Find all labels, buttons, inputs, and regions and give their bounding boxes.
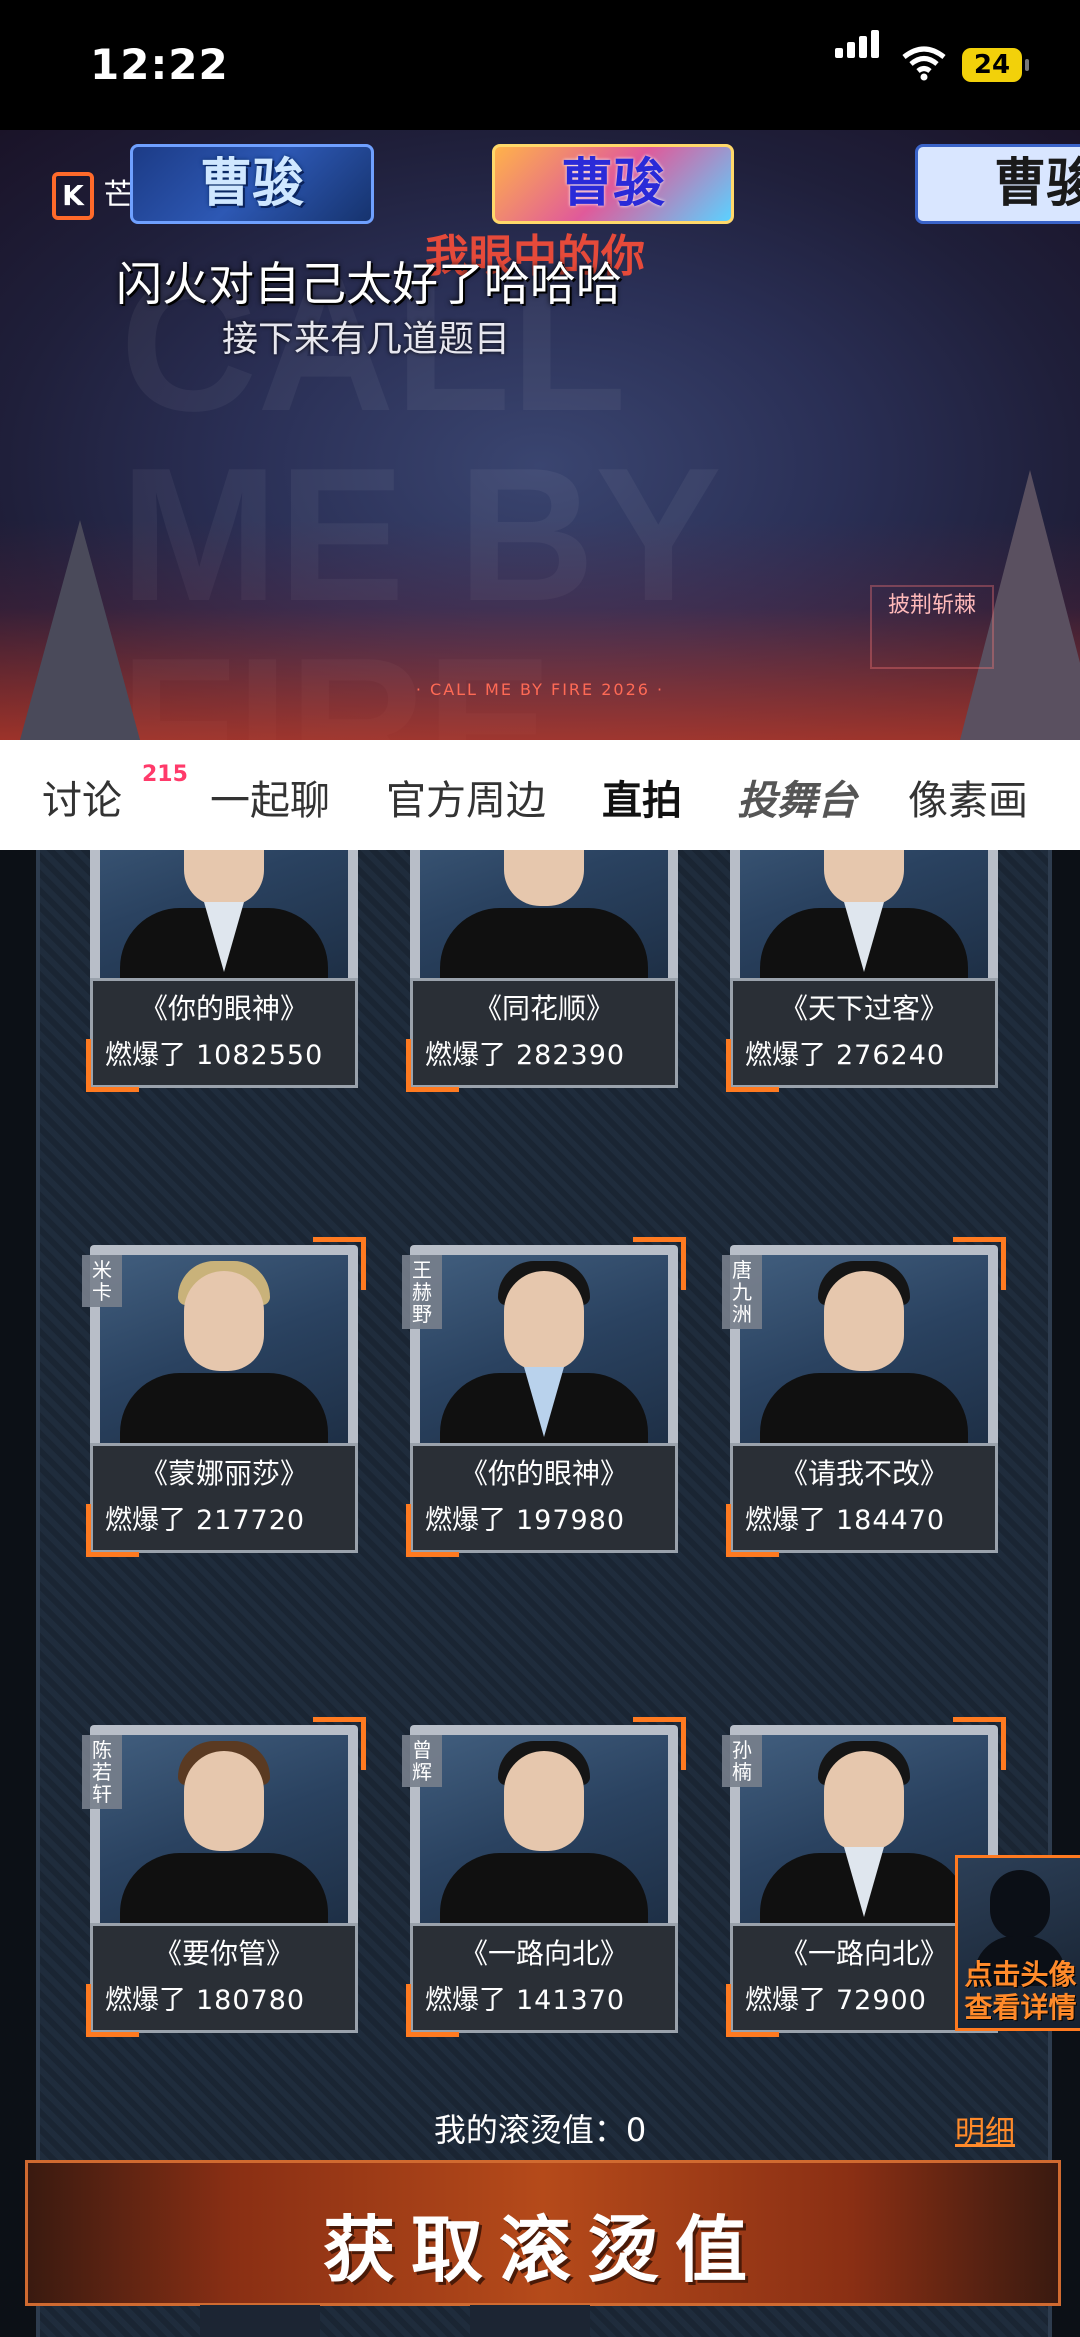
battery-indicator: 24 <box>962 48 1029 82</box>
tab-official-merch[interactable]: 官方周边 <box>386 768 546 826</box>
tab-fancam[interactable]: 直拍 <box>602 768 682 826</box>
get-hot-value-button[interactable]: 获取滚烫值 <box>25 2160 1061 2306</box>
song-title: 《要你管》 <box>153 1937 294 1970</box>
song-title: 《蒙娜丽莎》 <box>139 1457 308 1490</box>
silhouette-icon <box>990 1870 1050 1940</box>
my-hot-value: 我的滚烫值：0 <box>433 2111 647 2149</box>
heat-value: 180780 <box>196 1985 306 2016</box>
contestant-photo <box>100 1735 348 1953</box>
contestant-photo <box>420 1735 668 1953</box>
tab-vote-stage[interactable]: 投舞台 <box>737 768 857 826</box>
heat-value: 282390 <box>516 1040 626 1071</box>
wifi-icon <box>902 46 946 81</box>
heat-value: 217720 <box>196 1505 306 1536</box>
floating-avatar-button[interactable]: 点击头像 查看详情 <box>955 1855 1080 2031</box>
show-tagline: · CALL ME BY FIRE 2026 · <box>415 680 665 699</box>
heat-value: 141370 <box>516 1985 626 2016</box>
contestant-card[interactable]: 唐九洲 《请我不改》 燃爆了 184470 <box>722 1237 1006 1557</box>
logo-icon: K <box>52 172 94 220</box>
danmu-comment: 闪火对自己太好了哈哈哈 <box>116 257 622 311</box>
detail-link[interactable]: 明细 <box>955 2107 1015 2151</box>
app-logo[interactable]: K 芒 <box>52 170 142 220</box>
contestant-photo <box>100 1255 348 1473</box>
contestant-photo <box>420 1255 668 1473</box>
contestant-card[interactable]: 曾辉 《一路向北》 燃爆了 141370 <box>402 1717 686 2037</box>
song-title: 《天下过客》 <box>779 992 948 1025</box>
danmu-pixel-name: 曹骏 <box>915 144 1080 224</box>
heat-value: 276240 <box>836 1040 946 1071</box>
contestant-card[interactable]: 王赫野 《你的眼神》 燃爆了 197980 <box>402 1237 686 1557</box>
contestant-name: 陈若轩 <box>82 1735 122 1809</box>
contestant-card[interactable]: 米卡 《蒙娜丽莎》 燃爆了 217720 <box>82 1237 366 1557</box>
heat-value: 1082550 <box>196 1040 324 1071</box>
danmu-pixel-name: 曹骏 <box>492 144 734 224</box>
contestant-photo <box>740 1255 988 1473</box>
song-title: 《请我不改》 <box>779 1457 948 1490</box>
contestant-name: 曾辉 <box>402 1735 442 1787</box>
contestant-name: 唐九洲 <box>722 1255 762 1329</box>
tab-bar: 讨论 215 一起聊 官方周边 直拍 投舞台 像素画 <box>0 740 1080 850</box>
heat-value: 184470 <box>836 1505 946 1536</box>
contestant-photo <box>740 1735 988 1953</box>
contestant-name: 王赫野 <box>402 1255 442 1329</box>
song-title: 《同花顺》 <box>473 992 614 1025</box>
heat-value: 72900 <box>836 1985 927 2016</box>
contestant-card[interactable]: 陈若轩 《要你管》 燃爆了 180780 <box>82 1717 366 2037</box>
tab-pixel-art[interactable]: 像素画 <box>908 768 1028 826</box>
discussion-count-badge: 215 <box>142 762 188 787</box>
rock-decoration <box>20 520 140 740</box>
video-subtitle: 接下来有几道题目 <box>222 319 511 360</box>
status-time: 12:22 <box>90 40 229 89</box>
hot-value-bar: 我的滚烫值：0 明细 <box>0 2095 1080 2155</box>
contestant-card[interactable]: 《同花顺》 燃爆了 282390 <box>406 850 678 1092</box>
get-hot-value-label: 获取滚烫值 <box>322 2208 763 2292</box>
show-brand-logo: 披荆斩棘 <box>870 585 994 669</box>
tab-discussion[interactable]: 讨论 <box>42 768 122 826</box>
avatar-hint: 点击头像 查看详情 <box>964 1958 1077 2024</box>
video-player[interactable]: CALL ME BY FIRE K 芒 曹骏 曹骏 曹骏 我眼中的你 闪火对自己… <box>0 130 1080 740</box>
contestant-card[interactable]: 《你的眼神》 燃爆了 1082550 <box>86 850 358 1092</box>
contestant-card[interactable]: 《天下过客》 燃爆了 276240 <box>726 850 998 1092</box>
contestant-name: 米卡 <box>82 1255 122 1307</box>
song-title: 《你的眼神》 <box>459 1457 628 1490</box>
contestant-name: 孙楠 <box>722 1735 762 1787</box>
tab-chat-together[interactable]: 一起聊 <box>210 768 330 826</box>
status-bar: 12:22 24 <box>0 0 1080 130</box>
heat-value: 197980 <box>516 1505 626 1536</box>
danmu-pixel-name: 曹骏 <box>130 144 374 224</box>
song-title: 《你的眼神》 <box>139 992 308 1025</box>
song-title: 《一路向北》 <box>459 1937 628 1970</box>
